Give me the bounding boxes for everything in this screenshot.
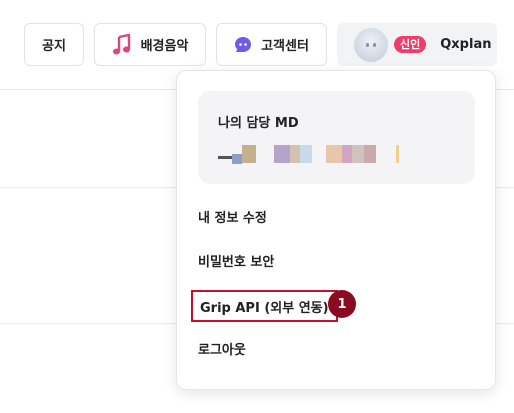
background-music-label: 배경음악 xyxy=(140,39,189,54)
notice-button[interactable]: 공지 xyxy=(24,23,84,66)
notice-label: 공지 xyxy=(42,39,66,54)
step-number-marker: 1 xyxy=(328,290,356,318)
rank-badge: 신인 xyxy=(394,36,427,53)
manager-title: 나의 담당 MD xyxy=(218,116,299,131)
manager-contact-redacted xyxy=(218,144,399,164)
grip-api-label: Grip API (외부 연동) xyxy=(200,300,329,316)
profile-name: Qxplan xyxy=(440,37,492,52)
music-note-icon xyxy=(112,33,130,54)
customer-center-label: 고객센터 xyxy=(261,39,309,54)
menu-item-edit-profile[interactable]: 내 정보 수정 xyxy=(198,207,267,226)
menu-item-grip-api[interactable]: Grip API (외부 연동) xyxy=(191,290,338,322)
chat-bubble-icon xyxy=(235,36,252,52)
page: 공지 배경음악 고객센터 신인 Qxplan 나의 담당 MD 내 정보 수정 … xyxy=(0,0,514,413)
manager-card: 나의 담당 MD xyxy=(198,91,475,184)
menu-item-logout[interactable]: 로그아웃 xyxy=(198,339,246,358)
menu-item-password-security[interactable]: 비밀번호 보안 xyxy=(198,251,274,270)
profile-button[interactable]: 신인 Qxplan xyxy=(337,23,497,66)
profile-dropdown-menu: 나의 담당 MD 내 정보 수정 비밀번호 보안 Grip API (외부 연동… xyxy=(176,70,496,390)
customer-center-button[interactable]: 고객센터 xyxy=(216,23,327,66)
background-music-button[interactable]: 배경음악 xyxy=(94,23,206,66)
avatar xyxy=(354,27,388,62)
